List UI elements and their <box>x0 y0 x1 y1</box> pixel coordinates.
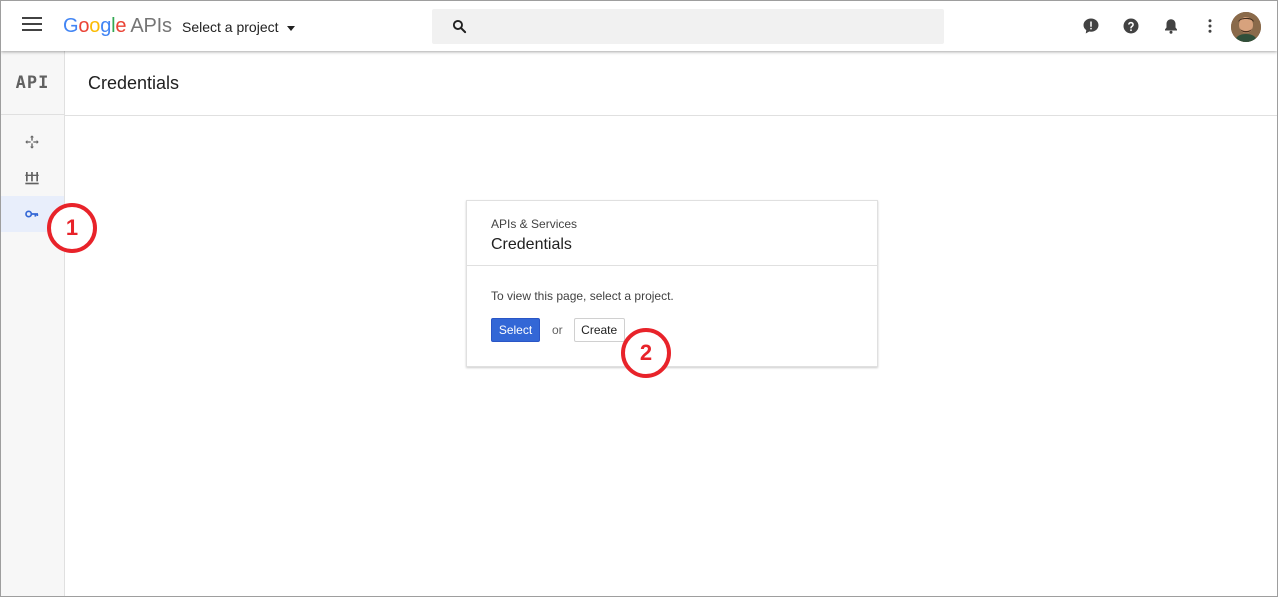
menu-icon[interactable] <box>22 17 42 35</box>
select-button[interactable]: Select <box>491 318 540 342</box>
avatar-image <box>1231 12 1261 42</box>
feedback-icon[interactable] <box>1082 17 1100 35</box>
key-icon <box>25 210 39 218</box>
caret-down-icon <box>286 25 295 31</box>
or-text: or <box>552 323 563 337</box>
more-vert-icon[interactable] <box>1201 17 1219 35</box>
callout-1: 1 <box>47 203 97 253</box>
move-icon <box>25 135 39 149</box>
help-icon[interactable] <box>1122 17 1140 35</box>
search-input[interactable] <box>478 15 928 39</box>
page-header: Credentials <box>65 51 1277 116</box>
card-title: Credentials <box>491 236 572 253</box>
card-message: To view this page, select a project. <box>491 289 674 303</box>
page-title: Credentials <box>88 73 180 93</box>
select-project-card: APIs & Services Credentials To view this… <box>466 200 878 367</box>
card-header: APIs & Services Credentials <box>467 201 877 266</box>
card-body: To view this page, select a project. Sel… <box>467 266 877 342</box>
api-logo: API <box>1 51 64 115</box>
left-rail: API <box>1 51 65 596</box>
app-window: Google APIs Select a project API Credent… <box>0 0 1278 597</box>
top-bar: Google APIs Select a project <box>1 1 1277 51</box>
library-icon <box>25 172 39 185</box>
search-bar[interactable] <box>432 9 944 44</box>
callout-2: 2 <box>621 328 671 378</box>
create-button[interactable]: Create <box>573 318 625 342</box>
project-select-label: Select a project <box>182 19 279 35</box>
card-subtitle: APIs & Services <box>491 217 578 231</box>
rail-item-dashboard[interactable] <box>1 124 64 160</box>
search-icon <box>452 19 467 34</box>
notifications-icon[interactable] <box>1162 17 1180 35</box>
rail-item-library[interactable] <box>1 160 64 196</box>
avatar[interactable] <box>1231 12 1261 42</box>
google-apis-logo[interactable]: Google APIs <box>63 15 172 38</box>
project-select-dropdown[interactable]: Select a project <box>182 19 295 35</box>
card-actions: Select or Create <box>491 318 853 342</box>
